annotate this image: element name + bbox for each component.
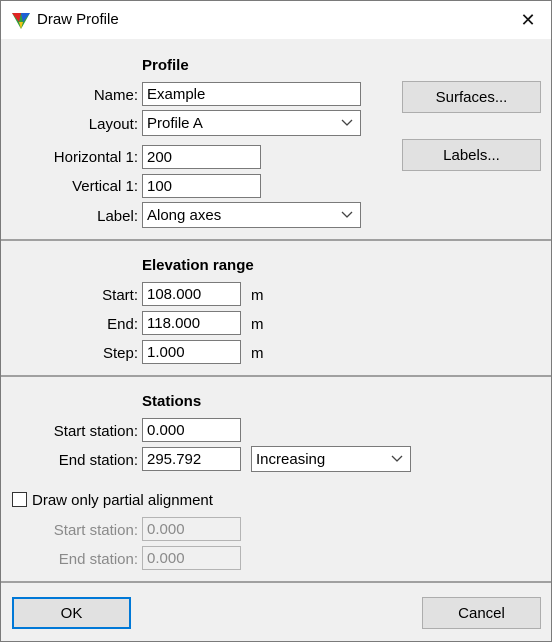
partial-end-station-input: 0.000 bbox=[142, 546, 241, 570]
label-mode-label: Label: bbox=[97, 208, 138, 225]
direction-select-value: Increasing bbox=[256, 451, 326, 468]
section-divider bbox=[1, 581, 551, 583]
section-divider bbox=[1, 375, 551, 377]
vertical-scale-label: Vertical 1: bbox=[72, 178, 138, 195]
horizontal-scale-label: Horizontal 1: bbox=[53, 149, 138, 166]
app-icon bbox=[12, 13, 30, 29]
window-title: Draw Profile bbox=[37, 11, 119, 28]
chevron-down-icon bbox=[341, 211, 353, 218]
layout-select-value: Profile A bbox=[147, 115, 203, 132]
elevation-end-unit: m bbox=[251, 316, 264, 333]
labels-button[interactable]: Labels... bbox=[402, 139, 541, 171]
elevation-start-input[interactable]: 108.000 bbox=[142, 282, 241, 306]
name-input[interactable]: Example bbox=[142, 82, 361, 106]
elevation-range-heading: Elevation range bbox=[142, 257, 254, 274]
direction-select[interactable]: Increasing bbox=[251, 446, 411, 472]
name-label: Name: bbox=[93, 87, 138, 104]
elevation-step-input[interactable]: 1.000 bbox=[142, 340, 241, 364]
cancel-button[interactable]: Cancel bbox=[422, 597, 541, 629]
chevron-down-icon bbox=[391, 455, 403, 462]
elevation-step-label: Step: bbox=[102, 345, 138, 362]
elevation-start-label: Start: bbox=[102, 287, 138, 304]
start-station-input[interactable]: 0.000 bbox=[142, 418, 241, 442]
end-station-label: End station: bbox=[58, 452, 138, 469]
elevation-step-unit: m bbox=[251, 345, 264, 362]
surfaces-button[interactable]: Surfaces... bbox=[402, 81, 541, 113]
draw-profile-dialog: Draw Profile ✕ Profile Name: Example Lay… bbox=[0, 0, 552, 642]
partial-alignment-checkbox[interactable] bbox=[12, 492, 27, 507]
start-station-label: Start station: bbox=[53, 423, 138, 440]
elevation-end-label: End: bbox=[107, 316, 138, 333]
end-station-input[interactable]: 295.792 bbox=[142, 447, 241, 471]
elevation-end-input[interactable]: 118.000 bbox=[142, 311, 241, 335]
layout-select[interactable]: Profile A bbox=[142, 110, 361, 136]
label-mode-select-value: Along axes bbox=[147, 207, 222, 224]
close-icon: ✕ bbox=[520, 9, 536, 30]
chevron-down-icon bbox=[341, 119, 353, 126]
horizontal-scale-input[interactable]: 200 bbox=[142, 145, 261, 169]
label-mode-select[interactable]: Along axes bbox=[142, 202, 361, 228]
title-bar: Draw Profile ✕ bbox=[1, 1, 551, 39]
stations-heading: Stations bbox=[142, 393, 202, 410]
ok-button[interactable]: OK bbox=[12, 597, 131, 629]
partial-start-station-input: 0.000 bbox=[142, 517, 241, 541]
profile-heading: Profile bbox=[142, 57, 189, 74]
partial-alignment-label[interactable]: Draw only partial alignment bbox=[32, 492, 213, 509]
layout-label: Layout: bbox=[88, 116, 138, 133]
vertical-scale-input[interactable]: 100 bbox=[142, 174, 261, 198]
section-divider bbox=[1, 239, 551, 241]
elevation-start-unit: m bbox=[251, 287, 264, 304]
close-button[interactable]: ✕ bbox=[505, 1, 551, 39]
partial-end-station-label: End station: bbox=[58, 551, 138, 568]
partial-start-station-label: Start station: bbox=[53, 522, 138, 539]
